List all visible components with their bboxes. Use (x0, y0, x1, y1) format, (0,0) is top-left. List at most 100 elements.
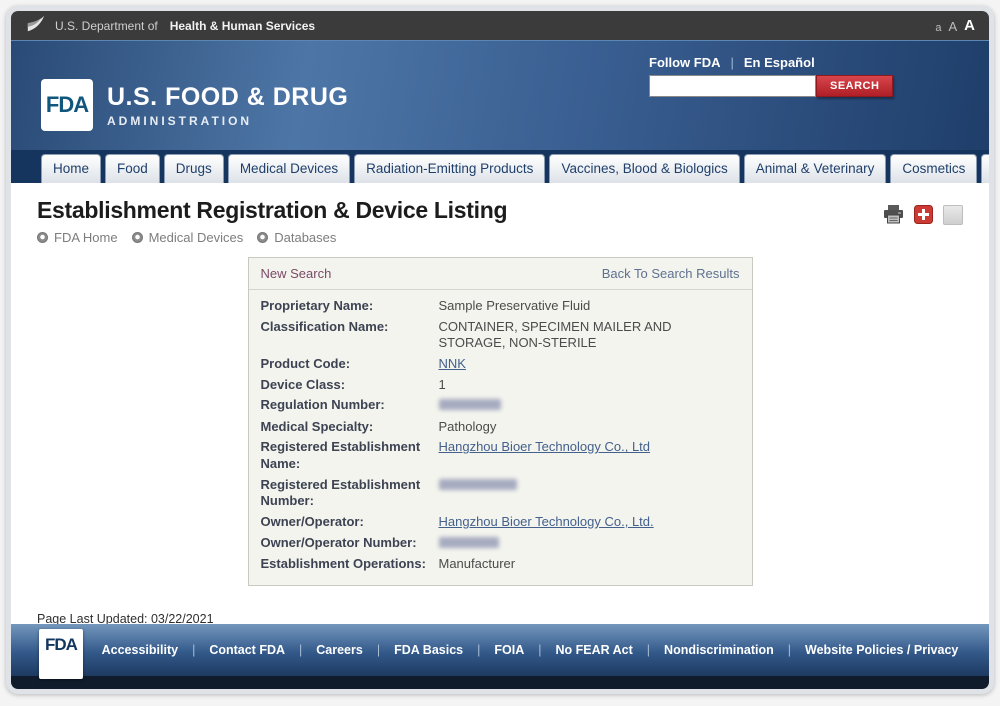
footer-links: AccessibilityContact FDACareersFDA Basic… (102, 643, 959, 657)
field-value-text (438, 478, 517, 490)
field-label: Medical Specialty: (260, 418, 374, 434)
breadcrumb-item[interactable]: Databases (257, 230, 336, 245)
nav-tab-label: Animal & Veterinary (755, 161, 875, 176)
back-to-search-results-link[interactable]: Back To Search Results (602, 266, 740, 281)
nav-tab[interactable]: Medical Devices (227, 154, 351, 183)
nav-tab-label: Vaccines, Blood & Biologics (561, 161, 728, 176)
detail-row: Registered Establishment Number: (249, 475, 752, 512)
page-tools (883, 205, 963, 245)
field-label: Device Class: (260, 376, 346, 392)
field-value-text (438, 536, 499, 548)
field-value: NNK (439, 356, 740, 373)
field-label: Proprietary Name: (260, 298, 374, 313)
search-input[interactable] (649, 75, 816, 97)
org-line1: U.S. FOOD & DRUG (107, 82, 349, 111)
nav-tab-label: Tobacco Products (993, 161, 994, 176)
field-value (438, 477, 740, 510)
font-size-small-button[interactable]: a (935, 22, 941, 34)
field-value-text[interactable]: Hangzhou Bioer Technology Co., Ltd (439, 439, 651, 454)
footer-link[interactable]: Nondiscrimination (633, 643, 774, 657)
detail-row: Classification Name: CONTAINER, SPECIMEN… (249, 317, 752, 354)
font-size-medium-button[interactable]: A (948, 19, 957, 34)
print-icon[interactable] (883, 205, 904, 229)
field-value (438, 535, 740, 553)
breadcrumb-label: FDA Home (54, 230, 118, 245)
fda-logo-lockup[interactable]: FDA U.S. FOOD & DRUG ADMINISTRATION (41, 79, 348, 131)
detail-row: Device Class: 1 (249, 375, 752, 396)
breadcrumb-item[interactable]: FDA Home (37, 230, 118, 245)
field-value: Pathology (439, 419, 740, 436)
share-plus-icon[interactable] (914, 205, 933, 229)
field-value: 1 (439, 377, 740, 394)
last-updated-text: Page Last Updated: 03/22/2021 (37, 611, 214, 624)
bookmark-placeholder-icon[interactable] (943, 205, 963, 225)
nav-tab-label: Radiation-Emitting Products (366, 161, 534, 176)
new-search-link[interactable]: New Search (261, 266, 332, 281)
search-button[interactable]: SEARCH (816, 75, 894, 97)
main-nav-bar: Home Food Drugs Medical Devices Radiatio… (11, 150, 989, 183)
nav-tab[interactable]: Drugs (163, 154, 224, 183)
org-name: U.S. FOOD & DRUG ADMINISTRATION (107, 83, 348, 128)
breadcrumb-item[interactable]: Medical Devices (131, 230, 243, 245)
footer-fda-logo[interactable]: FDA (39, 629, 83, 679)
org-line2: ADMINISTRATION (107, 113, 253, 128)
hhs-eagle-icon (25, 14, 47, 37)
field-value-text[interactable]: NNK (439, 356, 466, 371)
nav-tab[interactable]: Cosmetics (890, 154, 978, 183)
hhs-label: U.S. Department of (55, 18, 158, 33)
card-header: New Search Back To Search Results (248, 258, 752, 290)
hhs-link[interactable]: U.S. Department of Health & Human Servic… (25, 14, 315, 37)
field-value-text: Pathology (438, 418, 497, 434)
detail-row: Establishment Operations: Manufacturer (249, 554, 752, 575)
field-value: Manufacturer (439, 556, 740, 573)
detail-row: Proprietary Name: Sample Preservative Fl… (249, 296, 752, 317)
footer-link[interactable]: Contact FDA (178, 643, 285, 657)
detail-row: Registered Establishment Name: Hangzhou … (249, 437, 752, 474)
footer-link[interactable]: FDA Basics (363, 643, 463, 657)
detail-row: Regulation Number: (249, 395, 752, 417)
field-label: Establishment Operations: (260, 556, 426, 572)
footer-link[interactable]: Accessibility (102, 643, 178, 657)
fda-header-banner: FDA U.S. FOOD & DRUG ADMINISTRATION Foll… (11, 40, 989, 150)
detail-row: Owner/Operator: Hangzhou Bioer Technolog… (249, 512, 752, 533)
footer-bottom-strip (11, 676, 989, 689)
nav-tab-label: Medical Devices (239, 161, 339, 176)
nav-tab-label: Food (117, 161, 148, 176)
footer-link[interactable]: FOIA (463, 643, 524, 657)
nav-tab[interactable]: Animal & Veterinary (743, 154, 887, 183)
field-value: Hangzhou Bioer Technology Co., Ltd (439, 439, 740, 472)
footer-link[interactable]: Website Policies / Privacy (774, 643, 958, 657)
footer-link[interactable]: No FEAR Act (524, 643, 632, 657)
follow-fda-link[interactable]: Follow FDA (649, 55, 721, 70)
field-label: Registered Establishment Name: (260, 439, 421, 471)
breadcrumb-bullet-icon (257, 232, 269, 243)
field-label: Owner/Operator: (260, 513, 364, 529)
field-value: CONTAINER, SPECIMEN MAILER AND STORAGE, … (439, 319, 740, 352)
nav-tab[interactable]: Vaccines, Blood & Biologics (549, 154, 740, 183)
field-value-text (438, 399, 501, 411)
field-value-text: Manufacturer (438, 556, 516, 572)
en-espanol-link[interactable]: En Español (721, 55, 815, 70)
page-footnote: Page Last Updated: 03/22/2021 Note: If y… (11, 586, 989, 624)
nav-tab[interactable]: Food (105, 154, 160, 183)
nav-tab[interactable]: Home (41, 154, 102, 183)
field-value-text: Sample Preservative Fluid (438, 298, 591, 313)
nav-tab[interactable]: Radiation-Emitting Products (354, 154, 546, 183)
header-utility-links: Follow FDA En Español (649, 55, 879, 70)
footer-link[interactable]: Careers (285, 643, 363, 657)
detail-row: Product Code: NNK (249, 354, 752, 375)
font-size-large-button[interactable]: A (964, 17, 975, 34)
nav-tab[interactable]: Tobacco Products (981, 154, 994, 183)
breadcrumb-label: Databases (274, 230, 337, 245)
field-label: Registered Establishment Number: (260, 476, 421, 509)
field-value-text[interactable]: Hangzhou Bioer Technology Co., Ltd. (439, 514, 654, 529)
fda-footer-bar: FDA AccessibilityContact FDACareersFDA B… (11, 624, 989, 679)
fda-logo: FDA (41, 79, 93, 131)
device-detail-card: New Search Back To Search Results Propri… (247, 257, 753, 586)
field-value: Sample Preservative Fluid (439, 298, 740, 315)
field-value-text: CONTAINER, SPECIMEN MAILER AND STORAGE, … (438, 318, 672, 351)
field-value: Hangzhou Bioer Technology Co., Ltd. (439, 514, 740, 531)
nav-tab-label: Home (53, 161, 90, 176)
breadcrumb-bullet-icon (131, 232, 143, 243)
page-head-left: Establishment Registration & Device List… (37, 197, 508, 245)
